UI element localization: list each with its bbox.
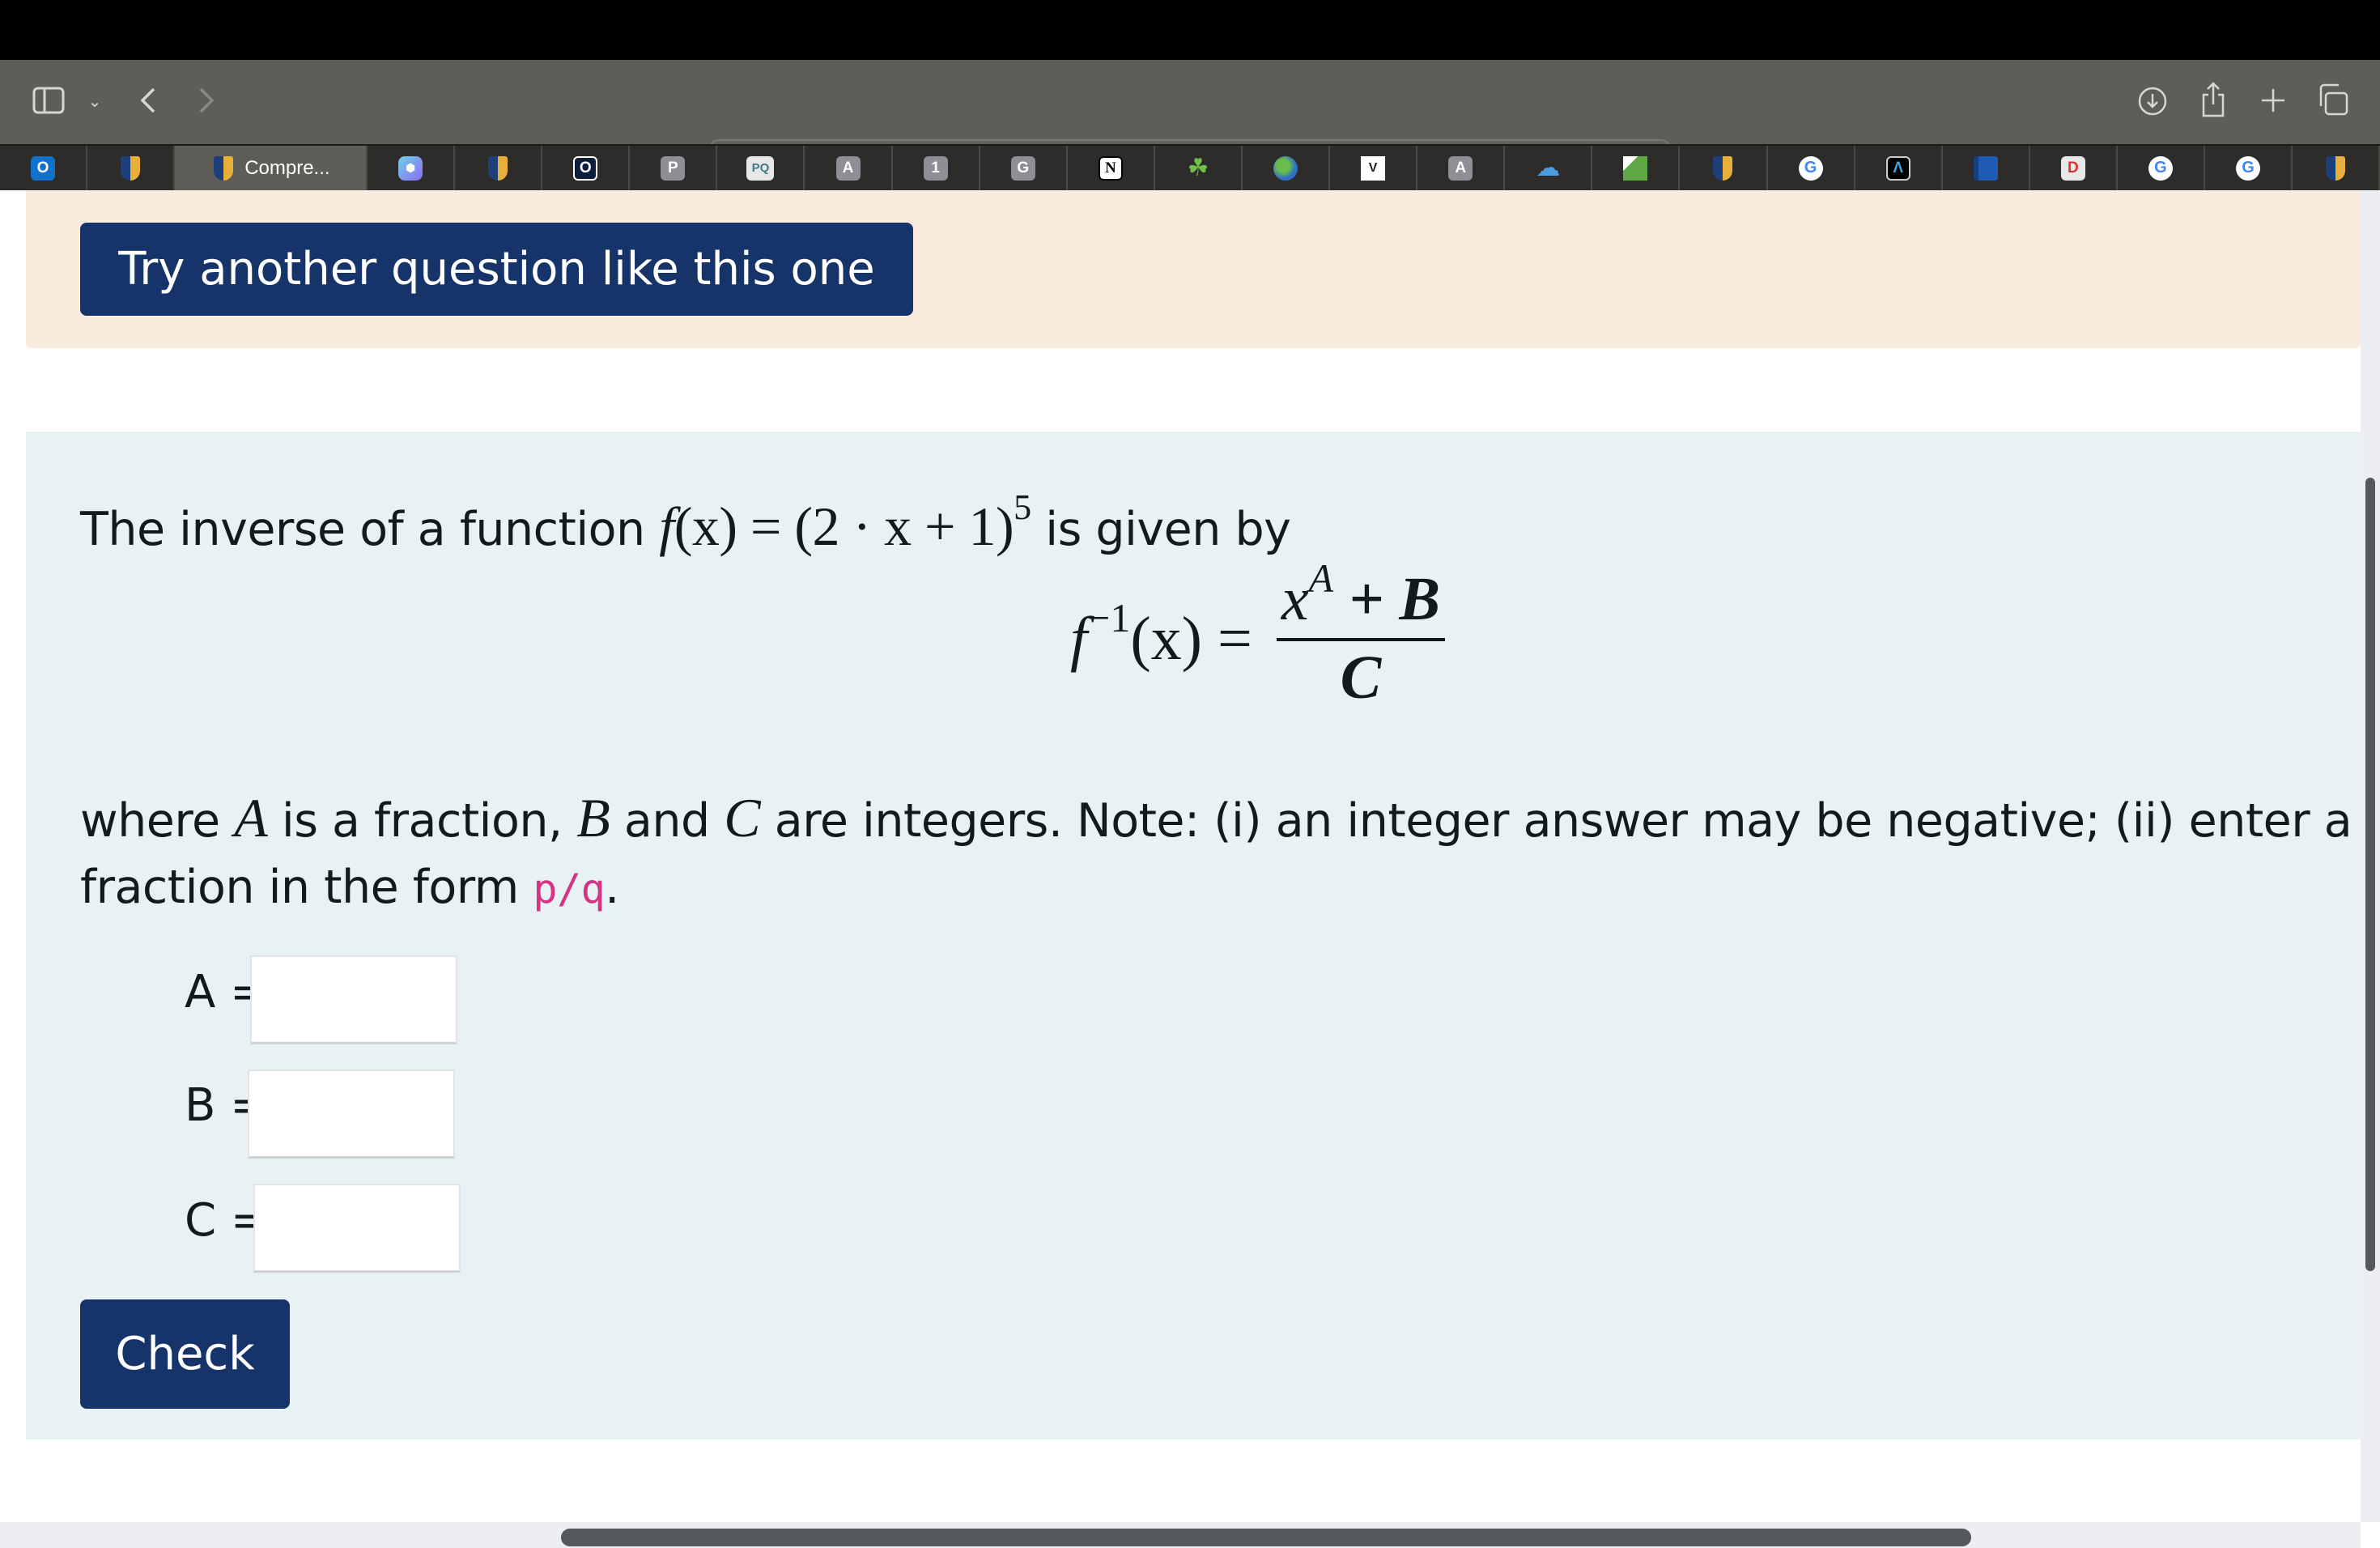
math-exponent: 5 bbox=[1014, 487, 1031, 527]
google-icon: G bbox=[2148, 155, 2173, 181]
notion-icon: N bbox=[1098, 155, 1123, 181]
circle-o-icon: O bbox=[573, 155, 598, 181]
formula-fraction: xA + B C bbox=[1276, 555, 1446, 713]
maynooth-shield-icon bbox=[1713, 155, 1733, 181]
leaf-icon bbox=[1623, 155, 1648, 181]
tab[interactable]: N bbox=[1068, 146, 1155, 190]
number-1-icon: 1 bbox=[923, 155, 948, 181]
tab[interactable]: P bbox=[630, 146, 718, 190]
forward-icon[interactable] bbox=[194, 83, 219, 118]
tab[interactable]: V bbox=[1330, 146, 1418, 190]
formula-denominator: C bbox=[1340, 644, 1382, 712]
math-f: f bbox=[659, 495, 674, 557]
letter-a-icon: A bbox=[835, 155, 861, 181]
caret-a-icon: Λ bbox=[1885, 155, 1910, 181]
globe-icon: ● bbox=[1273, 155, 1298, 181]
tab[interactable]: ☘ bbox=[1155, 146, 1243, 190]
tab[interactable] bbox=[1680, 146, 1768, 190]
tab[interactable]: D bbox=[2030, 146, 2118, 190]
question-panel: The inverse of a function f(x) = (2 · x … bbox=[26, 432, 2361, 1440]
outlook-icon: O bbox=[31, 155, 56, 181]
letter-p-icon: P bbox=[661, 155, 686, 181]
back-icon[interactable] bbox=[136, 83, 160, 118]
tab[interactable] bbox=[1592, 146, 1681, 190]
try-another-question-button[interactable]: Try another question like this one bbox=[80, 223, 913, 316]
tab-bar: O Compre... ⬢ O P PQ A 1 G N ☘ ● V A ☁ G Λ D G G bbox=[0, 144, 2380, 190]
page-content: Try another question like this one The i… bbox=[0, 190, 2361, 1522]
tab[interactable]: PQ bbox=[717, 146, 805, 190]
tab[interactable]: ☁ bbox=[1505, 146, 1593, 190]
tab[interactable] bbox=[2293, 146, 2380, 190]
google-icon: G bbox=[2236, 155, 2261, 181]
formula-lhs: f−1(x) = bbox=[1070, 594, 1252, 673]
formula-numerator: xA + B bbox=[1276, 555, 1446, 641]
letter-g-icon: G bbox=[1010, 155, 1035, 181]
inverse-formula: f−1(x) = xA + B C bbox=[1070, 553, 1446, 715]
blue-book-icon bbox=[1973, 155, 1998, 181]
maynooth-shield-icon bbox=[121, 155, 141, 181]
answer-c-input[interactable] bbox=[253, 1184, 461, 1273]
share-icon[interactable] bbox=[2199, 81, 2228, 118]
tab[interactable]: A bbox=[805, 146, 893, 190]
browser-window: ⌄ moodle.maynoothuniversity.ie O Compre..… bbox=[0, 0, 2380, 1548]
tab[interactable]: ● bbox=[1243, 146, 1331, 190]
download-icon[interactable] bbox=[2136, 84, 2170, 118]
feedback-panel: Try another question like this one bbox=[26, 190, 2361, 348]
browser-toolbar: ⌄ moodle.maynoothuniversity.ie bbox=[0, 60, 2380, 183]
answer-a-input[interactable] bbox=[250, 955, 457, 1044]
check-button[interactable]: Check bbox=[80, 1299, 290, 1409]
question-format-note: fraction in the form p/q. bbox=[80, 861, 619, 914]
tab[interactable]: G bbox=[2118, 146, 2205, 190]
tab[interactable]: ⬢ bbox=[368, 146, 456, 190]
tab[interactable] bbox=[455, 146, 543, 190]
vee-icon: V bbox=[1361, 155, 1386, 181]
cloud-icon: ☁ bbox=[1536, 155, 1561, 181]
chevron-down-icon[interactable]: ⌄ bbox=[84, 89, 105, 113]
sidebar-toggle-icon[interactable] bbox=[31, 84, 66, 117]
tab[interactable]: G bbox=[1768, 146, 1855, 190]
horizontal-scroll-thumb[interactable] bbox=[561, 1529, 1971, 1546]
tab[interactable]: O bbox=[0, 146, 88, 190]
horizontal-scrollbar[interactable] bbox=[0, 1522, 2361, 1548]
math-function-def: (x) = (2 · x + 1) bbox=[674, 495, 1014, 557]
tab[interactable]: O bbox=[542, 146, 631, 190]
letter-a-icon: A bbox=[1448, 155, 1473, 181]
letter-d-icon: D bbox=[2060, 155, 2085, 181]
question-intro: The inverse of a function f(x) = (2 · x … bbox=[80, 487, 1291, 557]
vertical-scroll-thumb[interactable] bbox=[2365, 478, 2375, 1271]
tab[interactable] bbox=[1943, 146, 2030, 190]
menu-bar-area bbox=[0, 0, 2380, 60]
tab[interactable]: G bbox=[980, 146, 1068, 190]
tab[interactable]: G bbox=[2205, 146, 2293, 190]
maynooth-shield-icon bbox=[214, 155, 234, 181]
maynooth-shield-icon bbox=[488, 155, 508, 181]
tab[interactable]: Λ bbox=[1855, 146, 1943, 190]
question-conditions: where A is a fraction, B and C are integ… bbox=[80, 787, 2352, 848]
new-tab-icon[interactable] bbox=[2259, 86, 2288, 115]
vertical-scrollbar[interactable] bbox=[2361, 190, 2380, 1522]
maynooth-shield-icon bbox=[2326, 155, 2346, 181]
tab-overview-icon[interactable] bbox=[2317, 83, 2349, 117]
tab-active[interactable]: Compre... bbox=[175, 146, 368, 190]
gem-icon: ⬢ bbox=[398, 155, 423, 181]
answer-b-input[interactable] bbox=[248, 1070, 455, 1159]
tab[interactable] bbox=[87, 146, 176, 190]
pq-icon: PQ bbox=[746, 155, 775, 181]
google-icon: G bbox=[1798, 155, 1823, 181]
tab-title: Compre... bbox=[244, 156, 330, 179]
format-code: p/q bbox=[533, 865, 606, 912]
shamrock-icon: ☘ bbox=[1187, 155, 1209, 181]
tab[interactable]: 1 bbox=[893, 146, 980, 190]
tab[interactable]: A bbox=[1417, 146, 1506, 190]
